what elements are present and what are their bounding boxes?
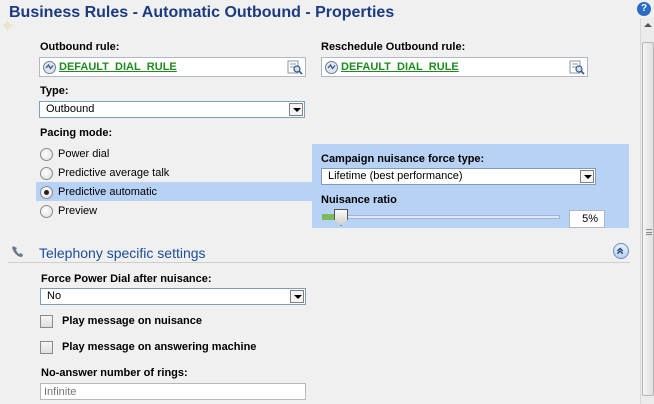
chevron-down-icon[interactable] <box>580 170 594 183</box>
outbound-rule-label: Outbound rule: <box>40 41 120 53</box>
reschedule-rule-field[interactable]: DEFAULT_DIAL_RULE <box>321 57 588 77</box>
reschedule-rule-link[interactable]: DEFAULT_DIAL_RULE <box>341 61 459 73</box>
grip-icon <box>646 229 652 235</box>
type-select[interactable]: Outbound <box>39 101 305 118</box>
play-message-nuisance-checkbox[interactable] <box>40 315 53 328</box>
type-select-value: Outbound <box>46 103 95 115</box>
rule-icon <box>325 61 338 74</box>
no-answer-rings-input[interactable] <box>40 383 306 400</box>
browse-icon[interactable] <box>287 60 303 75</box>
window-title: Business Rules - Automatic Outbound - Pr… <box>9 4 395 21</box>
force-power-dial-label: Force Power Dial after nuisance: <box>41 273 212 285</box>
force-power-dial-value: No <box>47 290 62 302</box>
radio-predictive-automatic[interactable]: Predictive automatic <box>40 183 240 202</box>
radio-label: Predictive average talk <box>58 167 170 179</box>
browse-icon[interactable] <box>569 60 585 75</box>
nuisance-ratio-label: Nuisance ratio <box>321 194 397 206</box>
scroll-up-icon[interactable] <box>641 18 654 32</box>
phone-icon <box>12 246 23 257</box>
nuisance-force-type-value: Lifetime (best performance) <box>328 170 463 182</box>
chevron-up-icon <box>617 247 624 255</box>
radio-button-checked[interactable] <box>40 186 53 199</box>
play-message-nuisance-label: Play message on nuisance <box>62 315 203 327</box>
play-message-nuisance-checkbox-row[interactable]: Play message on nuisance <box>40 314 290 330</box>
radio-label: Power dial <box>58 148 110 160</box>
nuisance-force-type-select[interactable]: Lifetime (best performance) <box>321 168 596 185</box>
radio-button[interactable] <box>40 148 53 161</box>
collapse-icon[interactable] <box>613 243 629 259</box>
reschedule-rule-label: Reschedule Outbound rule: <box>321 41 466 53</box>
outbound-rule-field[interactable]: DEFAULT_DIAL_RULE <box>39 57 306 77</box>
chevron-down-icon[interactable] <box>290 290 304 303</box>
radio-power-dial[interactable]: Power dial <box>40 145 240 164</box>
type-label: Type: <box>40 85 69 97</box>
corner-decoration-icon: ✦ <box>0 16 16 37</box>
help-icon[interactable]: ? <box>637 2 651 16</box>
rule-icon <box>43 61 56 74</box>
telephony-section-header: Telephony specific settings <box>8 240 630 264</box>
radio-button[interactable] <box>40 167 53 180</box>
nuisance-ratio-slider-track[interactable] <box>332 215 560 219</box>
radio-label: Preview <box>58 205 98 217</box>
radio-button[interactable] <box>40 205 53 218</box>
radio-preview[interactable]: Preview <box>40 202 240 221</box>
scrollbar-thumb[interactable] <box>642 42 654 396</box>
section-divider <box>8 262 630 263</box>
play-message-answering-checkbox-row[interactable]: Play message on answering machine <box>40 340 290 356</box>
pacing-mode-label: Pacing mode: <box>40 127 113 139</box>
vertical-scrollbar[interactable] <box>640 18 654 404</box>
telephony-section-title: Telephony specific settings <box>39 245 206 261</box>
radio-label: Predictive automatic <box>58 186 158 198</box>
radio-predictive-average-talk[interactable]: Predictive average talk <box>40 164 240 183</box>
nuisance-force-type-label: Campaign nuisance force type: <box>321 153 485 165</box>
play-message-answering-checkbox[interactable] <box>40 341 53 354</box>
nuisance-ratio-value[interactable]: 5% <box>569 210 605 228</box>
force-power-dial-select[interactable]: No <box>40 288 306 305</box>
outbound-rule-link[interactable]: DEFAULT_DIAL_RULE <box>59 61 177 73</box>
chevron-down-icon[interactable] <box>289 103 303 116</box>
title-bar: Business Rules - Automatic Outbound - Pr… <box>0 0 640 26</box>
play-message-answering-label: Play message on answering machine <box>62 341 257 353</box>
no-answer-rings-label: No-answer number of rings: <box>41 367 188 379</box>
